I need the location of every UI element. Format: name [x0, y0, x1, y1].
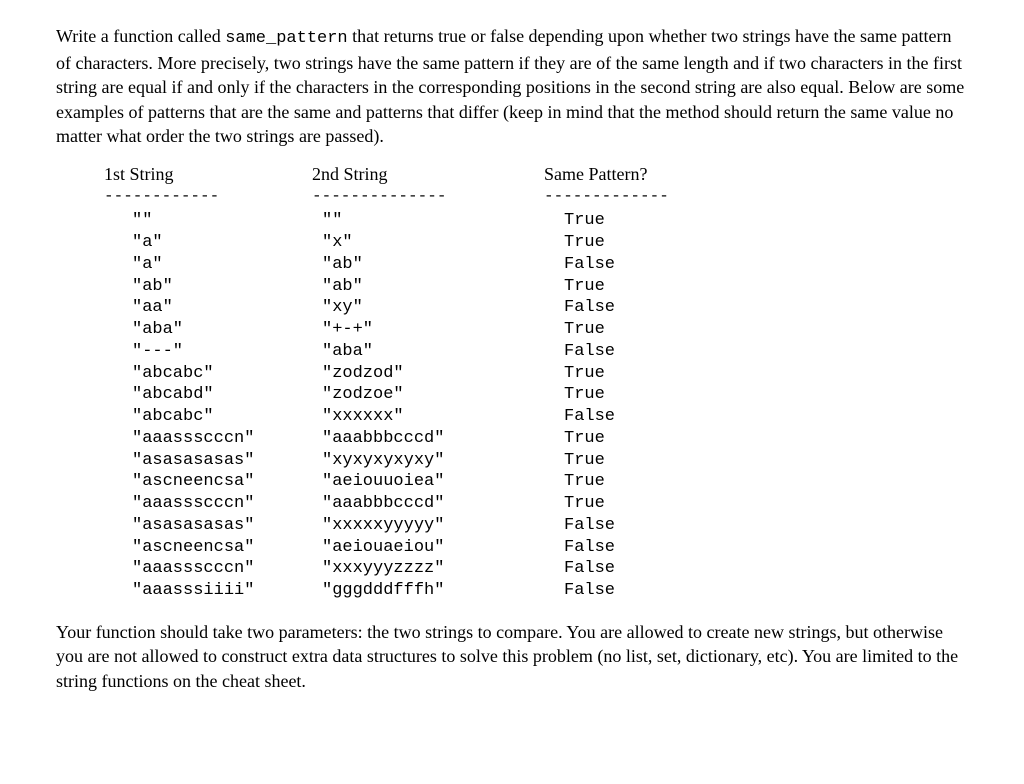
cell-string-2: "x"	[312, 232, 544, 254]
header-col-1: 1st String	[104, 162, 312, 186]
cell-string-2: "ab"	[312, 276, 544, 298]
cell-result: False	[544, 341, 744, 363]
cell-result: True	[544, 384, 744, 406]
cell-result: False	[544, 406, 744, 428]
cell-string-2: "xxxxxx"	[312, 406, 544, 428]
table-row: "abcabc""xxxxxx"False	[104, 406, 968, 428]
cell-string-1: "asasasasas"	[104, 515, 312, 537]
table-row: "aaasssiiii""gggdddfffh"False	[104, 580, 968, 602]
cell-string-2: "+-+"	[312, 319, 544, 341]
cell-result: True	[544, 363, 744, 385]
table-header-row: 1st String 2nd String Same Pattern?	[104, 162, 968, 186]
cell-string-1: "a"	[104, 232, 312, 254]
cell-result: False	[544, 580, 744, 602]
cell-result: False	[544, 537, 744, 559]
cell-result: False	[544, 297, 744, 319]
table-row: "ascneencsa""aeiouuoiea"True	[104, 471, 968, 493]
cell-result: True	[544, 493, 744, 515]
cell-string-1: "abcabc"	[104, 363, 312, 385]
cell-string-2: "zodzoe"	[312, 384, 544, 406]
cell-string-1: "aaassscccn"	[104, 428, 312, 450]
cell-result: True	[544, 428, 744, 450]
cell-string-1: ""	[104, 210, 312, 232]
cell-string-1: "aaassscccn"	[104, 493, 312, 515]
cell-string-2: "zodzod"	[312, 363, 544, 385]
table-row: "---""aba"False	[104, 341, 968, 363]
table-row: "abcabc""zodzod"True	[104, 363, 968, 385]
cell-string-2: "xy"	[312, 297, 544, 319]
table-row: "ab""ab"True	[104, 276, 968, 298]
cell-string-1: "asasasasas"	[104, 450, 312, 472]
cell-result: True	[544, 210, 744, 232]
cell-result: False	[544, 558, 744, 580]
cell-result: True	[544, 276, 744, 298]
cell-string-1: "aaasssiiii"	[104, 580, 312, 602]
cell-string-1: "aaassscccn"	[104, 558, 312, 580]
cell-string-1: "ab"	[104, 276, 312, 298]
cell-string-1: "abcabd"	[104, 384, 312, 406]
cell-string-2: "aaabbbcccd"	[312, 428, 544, 450]
cell-result: True	[544, 450, 744, 472]
dash-col-1: ------------	[104, 188, 312, 204]
cell-string-1: "ascneencsa"	[104, 537, 312, 559]
header-underline-row: ------------ -------------- ------------…	[104, 188, 968, 204]
table-row: "a""ab"False	[104, 254, 968, 276]
cell-string-2: "xyxyxyxyxy"	[312, 450, 544, 472]
cell-result: False	[544, 515, 744, 537]
outro-paragraph: Your function should take two parameters…	[56, 620, 968, 693]
cell-string-1: "aba"	[104, 319, 312, 341]
cell-string-2: "aeiouaeiou"	[312, 537, 544, 559]
table-row: "aa""xy"False	[104, 297, 968, 319]
cell-string-2: "aeiouuoiea"	[312, 471, 544, 493]
cell-string-2: ""	[312, 210, 544, 232]
cell-result: False	[544, 254, 744, 276]
table-row: "aaassscccn""xxxyyyzzzz"False	[104, 558, 968, 580]
cell-result: True	[544, 471, 744, 493]
cell-result: True	[544, 232, 744, 254]
header-col-3: Same Pattern?	[544, 162, 744, 186]
table-row: "aba""+-+"True	[104, 319, 968, 341]
cell-string-1: "abcabc"	[104, 406, 312, 428]
table-row: "aaassscccn""aaabbbcccd"True	[104, 493, 968, 515]
cell-result: True	[544, 319, 744, 341]
cell-string-2: "gggdddfffh"	[312, 580, 544, 602]
table-row: "asasasasas""xxxxxyyyyy"False	[104, 515, 968, 537]
cell-string-2: "aba"	[312, 341, 544, 363]
dash-col-2: --------------	[312, 188, 544, 204]
cell-string-1: "ascneencsa"	[104, 471, 312, 493]
table-row: "aaassscccn""aaabbbcccd"True	[104, 428, 968, 450]
table-row: "abcabd""zodzoe"True	[104, 384, 968, 406]
cell-string-2: "xxxyyyzzzz"	[312, 558, 544, 580]
pattern-table: 1st String 2nd String Same Pattern? ----…	[104, 162, 968, 602]
dash-col-3: -------------	[544, 188, 744, 204]
cell-string-1: "a"	[104, 254, 312, 276]
cell-string-2: "xxxxxyyyyy"	[312, 515, 544, 537]
cell-string-2: "aaabbbcccd"	[312, 493, 544, 515]
table-body: """"True"a""x"True"a""ab"False"ab""ab"Tr…	[104, 210, 968, 602]
intro-paragraph: Write a function called same_pattern tha…	[56, 24, 968, 148]
cell-string-1: "aa"	[104, 297, 312, 319]
table-row: "asasasasas""xyxyxyxyxy"True	[104, 450, 968, 472]
table-row: "a""x"True	[104, 232, 968, 254]
table-row: "ascneencsa""aeiouaeiou"False	[104, 537, 968, 559]
table-row: """"True	[104, 210, 968, 232]
cell-string-2: "ab"	[312, 254, 544, 276]
cell-string-1: "---"	[104, 341, 312, 363]
header-col-2: 2nd String	[312, 162, 544, 186]
